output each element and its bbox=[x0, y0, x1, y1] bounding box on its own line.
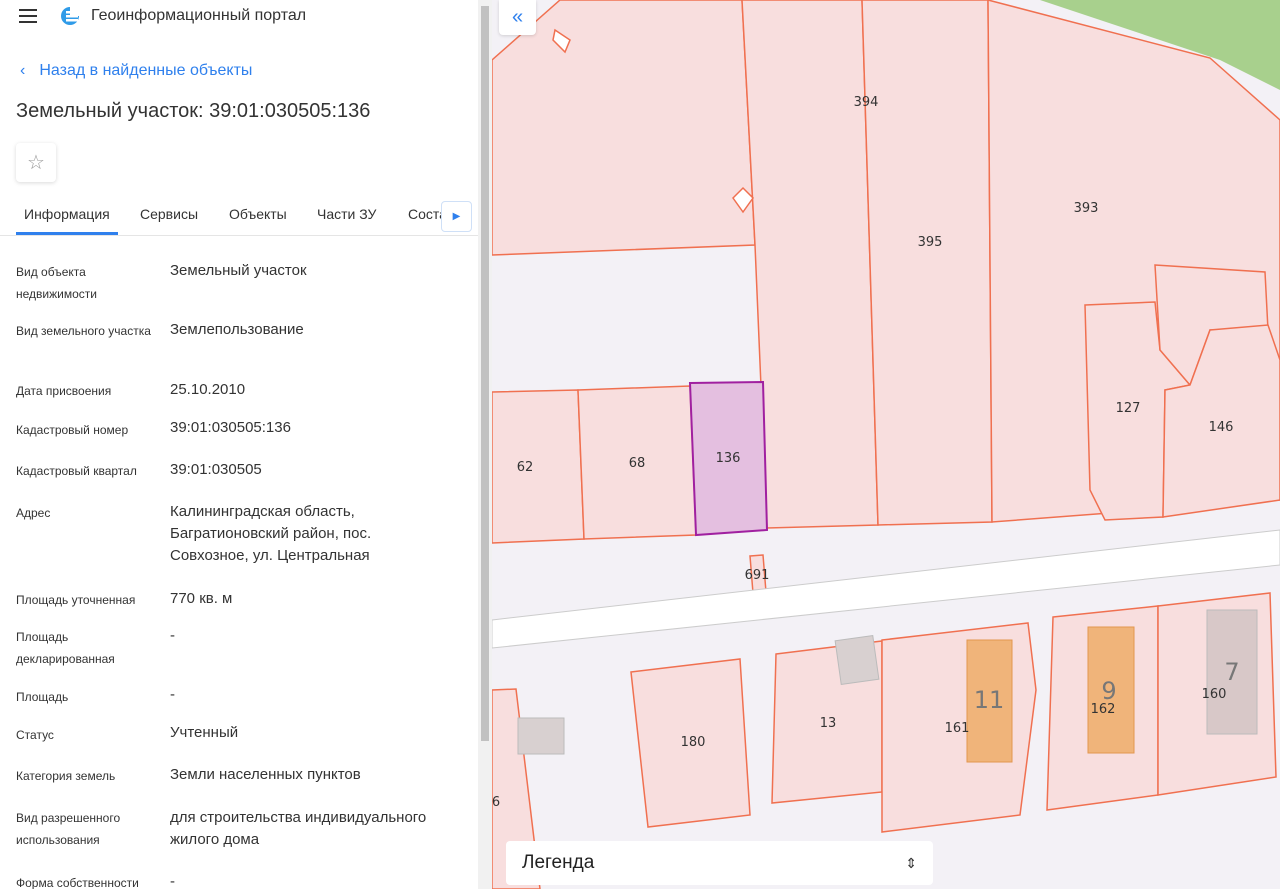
field-label: Форма собственности bbox=[16, 876, 139, 889]
parcel-label: 160 bbox=[1202, 687, 1227, 702]
double-chevron-left-icon: « bbox=[511, 6, 524, 28]
parcel-label: 180 bbox=[681, 735, 706, 750]
tab-information[interactable]: Информация bbox=[16, 206, 118, 235]
building-label: 7 bbox=[1224, 658, 1239, 686]
cadastral-map[interactable]: 394 395 393 127 146 62 68 136 691 180 13… bbox=[492, 0, 1280, 889]
parcel bbox=[492, 389, 585, 544]
parcel-label: 393 bbox=[1074, 201, 1099, 216]
map-canvas[interactable]: 394 395 393 127 146 62 68 136 691 180 13… bbox=[492, 0, 1280, 889]
app-title: Геоинформационный портал bbox=[91, 7, 307, 24]
building bbox=[517, 717, 565, 755]
field-label: Вид земельного участка bbox=[16, 324, 151, 338]
parcel-label: 395 bbox=[918, 235, 943, 250]
field-value: Калининградская область, Багратионовский… bbox=[170, 503, 372, 564]
field-label: Кадастровый номер bbox=[16, 423, 129, 437]
field-value: Земли населенных пунктов bbox=[170, 766, 361, 783]
info-panel: Геоинформационный портал ‹ Назад в найден… bbox=[0, 0, 478, 889]
favorite-button[interactable]: ☆ bbox=[16, 143, 56, 182]
field-value: Учтенный bbox=[170, 724, 239, 741]
tabs-scroll-right-button[interactable]: ▶ bbox=[441, 201, 472, 232]
field-value: 770 кв. м bbox=[170, 590, 233, 607]
parcel-label: 13 bbox=[820, 716, 837, 731]
tab-parts[interactable]: Части ЗУ bbox=[317, 206, 376, 222]
field-label: Статус bbox=[16, 728, 54, 742]
field-value: 39:01:030505 bbox=[170, 461, 262, 478]
expand-collapse-icon: ⇕ bbox=[905, 854, 917, 871]
building-label: 9 bbox=[1101, 677, 1116, 705]
parcel-label: 127 bbox=[1116, 401, 1141, 416]
tab-services[interactable]: Сервисы bbox=[140, 206, 198, 222]
parcel-label: 161 bbox=[945, 721, 970, 736]
field-label: Площадь bbox=[16, 690, 69, 704]
parcel bbox=[861, 0, 993, 526]
page-title: Земельный участок: 39:01:030505:136 bbox=[16, 100, 371, 122]
field-value: для строительства индивидуального жилого… bbox=[170, 809, 427, 848]
portal-logo-icon bbox=[61, 7, 79, 25]
tab-bar: Информация Сервисы Объекты Части ЗУ Сост… bbox=[0, 196, 478, 236]
tab-objects[interactable]: Объекты bbox=[229, 206, 287, 222]
field-value: - bbox=[170, 873, 175, 889]
field-label: Кадастровый квартал bbox=[16, 464, 137, 478]
parcel-label: 146 bbox=[1209, 420, 1234, 435]
building bbox=[834, 635, 880, 685]
legend-label: Легенда bbox=[522, 852, 595, 873]
parcel-label: 136 bbox=[716, 451, 741, 466]
field-value: 39:01:030505:136 bbox=[170, 419, 291, 436]
field-value: Земельный участок bbox=[170, 262, 307, 279]
parcel-label: 62 bbox=[517, 460, 534, 475]
parcel-label: 691 bbox=[745, 568, 770, 583]
parcel bbox=[492, 0, 756, 256]
field-label: Площадь декларированная bbox=[16, 630, 115, 666]
field-value: - bbox=[170, 686, 175, 703]
back-link[interactable]: ‹ Назад в найденные объекты bbox=[20, 62, 252, 80]
chevron-left-icon: ‹ bbox=[20, 62, 26, 79]
field-label: Дата присвоения bbox=[16, 384, 112, 398]
field-value: Землепользование bbox=[170, 321, 304, 338]
field-label: Вид объекта недвижимости bbox=[16, 265, 97, 301]
hamburger-icon[interactable] bbox=[19, 9, 37, 23]
parcel-label: 68 bbox=[629, 456, 646, 471]
panel-scrollbar-thumb[interactable] bbox=[481, 6, 489, 741]
field-label: Категория земель bbox=[16, 769, 116, 783]
building-label: 11 bbox=[974, 686, 1005, 714]
field-value: 25.10.2010 bbox=[170, 381, 246, 398]
field-label: Вид разрешенного использования bbox=[16, 811, 121, 847]
star-icon: ☆ bbox=[27, 152, 45, 174]
caret-right-icon: ▶ bbox=[452, 211, 461, 222]
legend-dropdown[interactable]: Легенда ⇕ bbox=[506, 841, 933, 885]
field-label: Площадь уточненная bbox=[16, 593, 136, 607]
collapse-panel-button[interactable]: « bbox=[499, 0, 536, 35]
field-value: - bbox=[170, 627, 175, 644]
back-link-label: Назад в найденные объекты bbox=[39, 62, 253, 79]
field-label: Адрес bbox=[16, 506, 51, 520]
parcel-label: 6 bbox=[492, 795, 500, 810]
parcel-label: 394 bbox=[854, 95, 879, 110]
